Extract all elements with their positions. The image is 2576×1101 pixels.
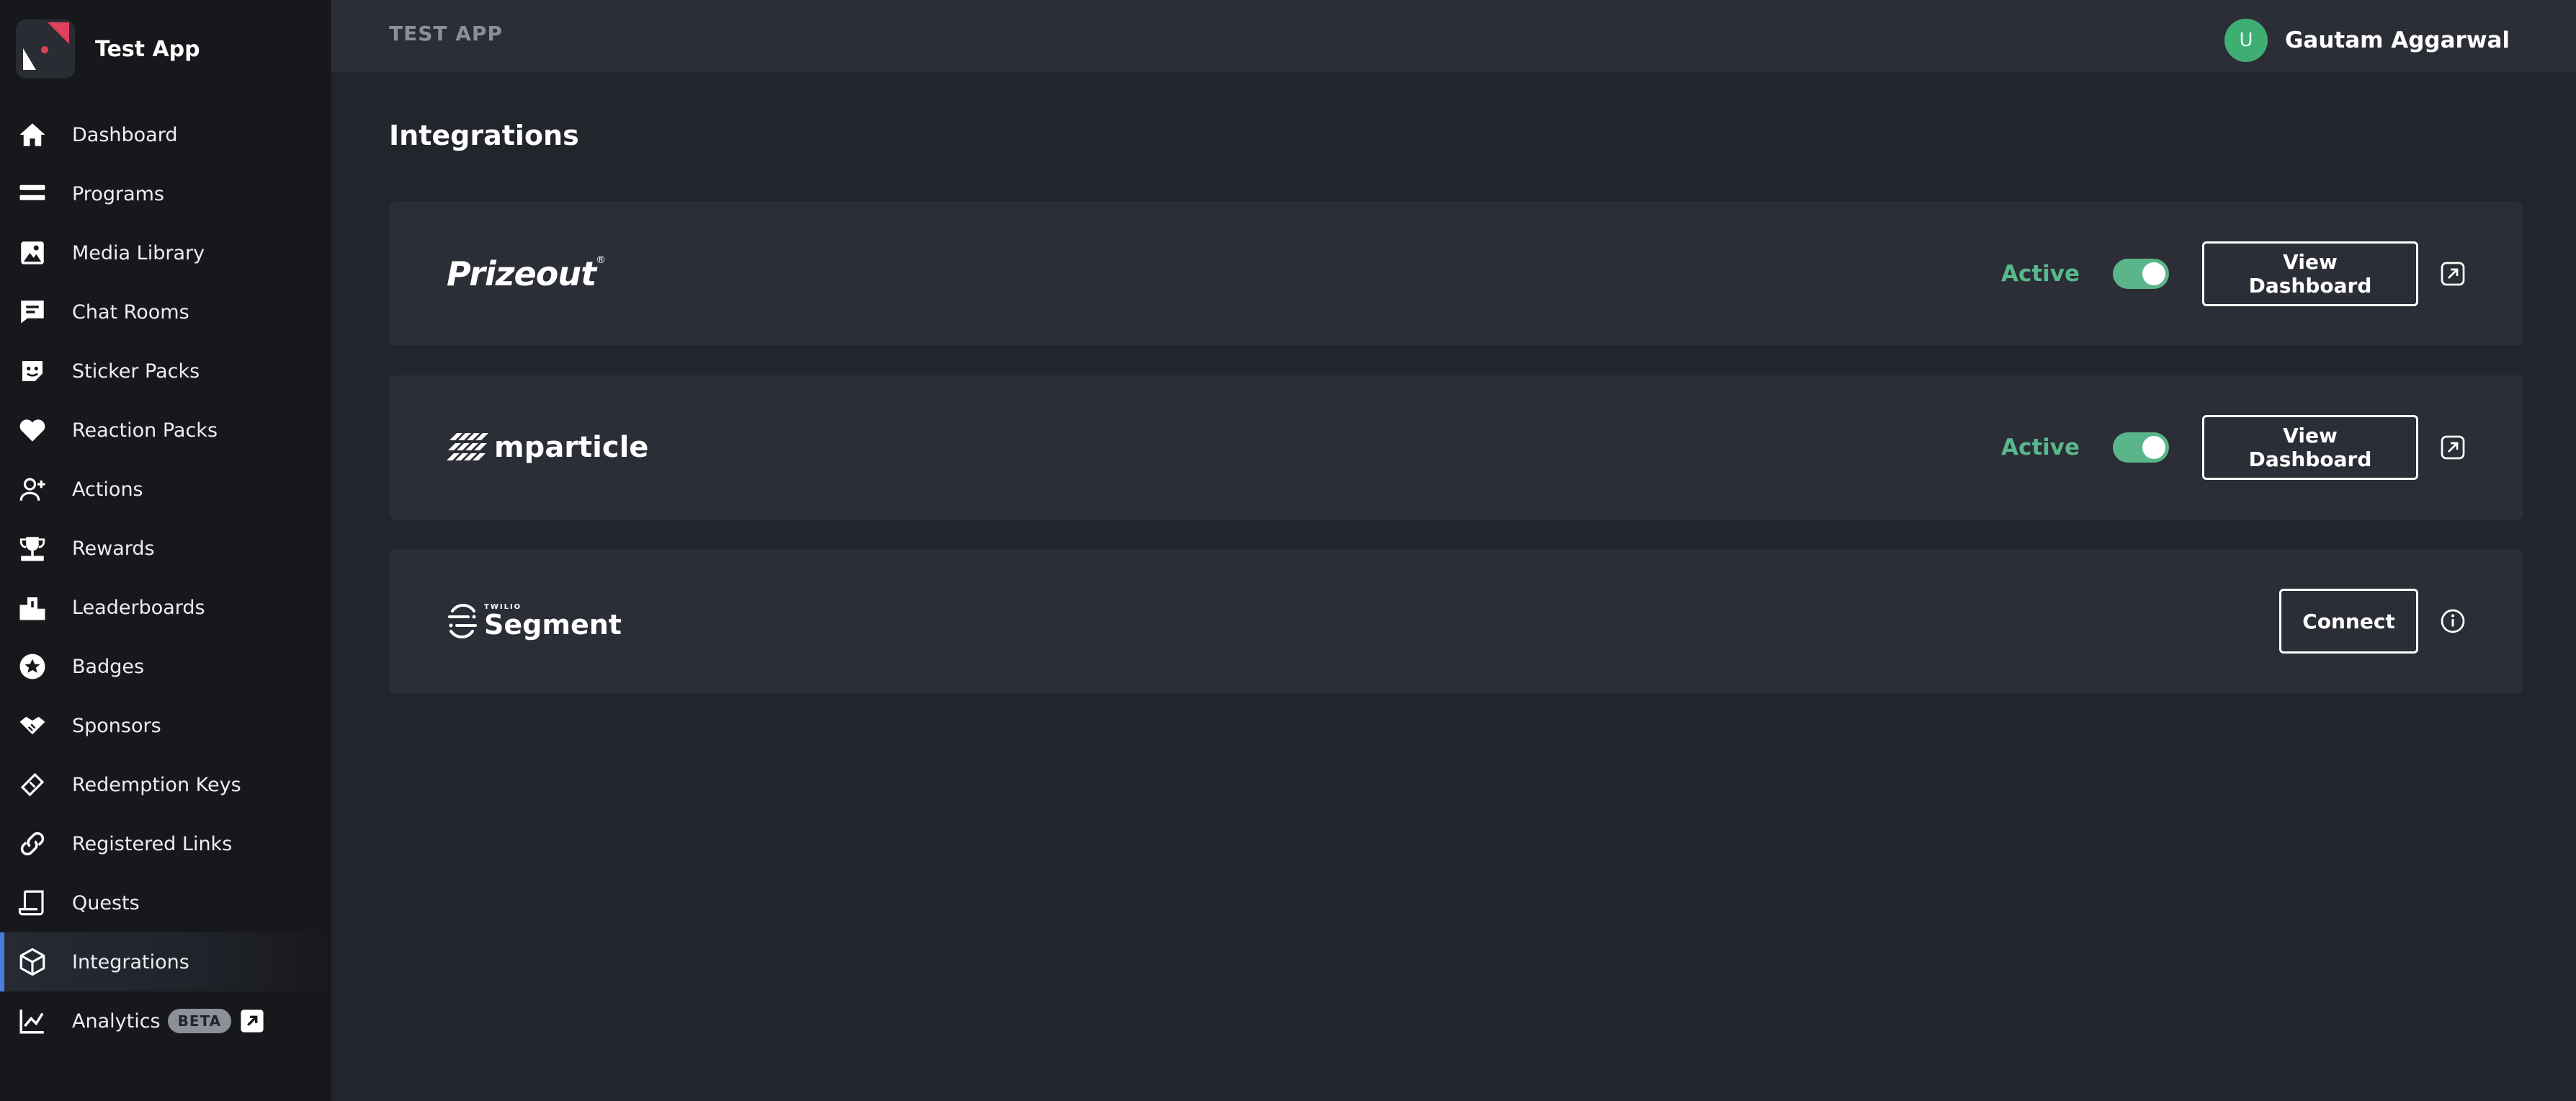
programs-icon [16,177,49,210]
link-icon [16,827,49,860]
enable-toggle[interactable] [2113,259,2169,289]
mparticle-logo: mparticle [447,430,648,465]
sidebar-item-label: Programs [72,182,164,205]
sidebar-item-programs[interactable]: Programs [0,164,331,223]
sidebar-item-actions[interactable]: Actions [0,460,331,519]
integration-card-prizeout: Prizeout® Active View Dashboard [389,202,2523,346]
trophy-icon [16,532,49,565]
user-name: Gautam Aggarwal [2284,27,2510,53]
sidebar-item-label: Sticker Packs [72,360,200,383]
app-name: Test App [95,36,200,62]
sidebar-item-sponsors[interactable]: Sponsors [0,696,331,755]
status-label: Active [2000,434,2080,460]
sidebar-item-redemption-keys[interactable]: Redemption Keys [0,755,331,814]
enable-toggle[interactable] [2113,432,2169,463]
card-actions: Active View Dashboard [2001,241,2466,306]
sidebar-item-label: Rewards [72,537,155,560]
sidebar-item-label: Actions [72,478,143,501]
avatar: U [2224,19,2268,62]
sidebar-item-label: Dashboard [72,123,178,146]
image-icon [16,236,49,269]
sidebar-item-label: Sponsors [72,714,161,737]
top-bar: TEST APP U Gautam Aggarwal [331,0,2576,72]
podium-icon [16,591,49,624]
page-title: Integrations [389,120,579,151]
sidebar-item-label: Badges [72,655,145,678]
sidebar-item-chat-rooms[interactable]: Chat Rooms [0,282,331,342]
chart-line-icon [16,1004,49,1038]
heart-icon [16,414,49,447]
cube-icon [16,945,49,979]
sidebar-item-label: Reaction Packs [72,419,218,442]
sidebar-item-label: Media Library [72,241,205,264]
home-icon [16,118,49,151]
sidebar-item-label: Quests [72,891,140,914]
sidebar-item-label: Redemption Keys [72,773,241,796]
user-menu[interactable]: U Gautam Aggarwal [2224,19,2510,62]
info-icon[interactable] [2440,608,2466,634]
card-actions: Connect [2279,589,2466,654]
sidebar-item-sticker-packs[interactable]: Sticker Packs [0,342,331,401]
external-link-icon[interactable] [2440,261,2466,287]
sticker-icon [16,355,49,388]
ticket-icon [16,768,49,801]
sidebar-item-badges[interactable]: Badges [0,637,331,696]
view-dashboard-button[interactable]: View Dashboard [2202,241,2418,306]
view-dashboard-button[interactable]: View Dashboard [2202,415,2418,480]
prizeout-logo: Prizeout® [447,254,607,293]
card-actions: Active View Dashboard [2001,415,2466,480]
user-plus-icon [16,473,49,506]
sidebar-item-label: Registered Links [72,832,233,855]
sidebar-item-dashboard[interactable]: Dashboard [0,105,331,164]
sidebar-item-registered-links[interactable]: Registered Links [0,814,331,873]
brand[interactable]: Test App [16,19,200,79]
app-logo [16,19,75,79]
scroll-icon [16,886,49,919]
sidebar-item-rewards[interactable]: Rewards [0,519,331,578]
sidebar-item-leaderboards[interactable]: Leaderboards [0,578,331,637]
status-label: Active [2000,261,2080,287]
segment-mark-icon [448,604,477,638]
external-link-icon[interactable] [2440,434,2466,460]
sidebar-item-media-library[interactable]: Media Library [0,223,331,282]
sidebar-item-quests[interactable]: Quests [0,873,331,932]
sidebar-item-label: Integrations [72,950,189,973]
app-title: TEST APP [389,22,503,45]
beta-badge: BETA [167,1009,232,1033]
sidebar-item-label: Analytics [72,1009,161,1033]
sidebar-item-reaction-packs[interactable]: Reaction Packs [0,401,331,460]
badge-star-icon [16,650,49,683]
chat-icon [16,295,49,329]
sidebar-nav: Dashboard Programs Media Library Chat Ro… [0,105,331,1051]
sidebar-item-label: Leaderboards [72,596,205,619]
connect-button[interactable]: Connect [2279,589,2418,654]
sidebar-item-label: Chat Rooms [72,300,189,324]
mparticle-mark-icon [447,433,488,460]
external-link-icon[interactable] [240,1009,264,1033]
sidebar-item-integrations[interactable]: Integrations [0,932,331,991]
integration-card-mparticle: mparticle Active View Dashboard [389,375,2523,520]
integration-card-segment: TWILIO Segment Connect [389,549,2523,693]
sidebar: Test App Dashboard Programs Media Librar… [0,0,331,1101]
sidebar-item-analytics[interactable]: Analytics BETA [0,991,331,1051]
handshake-icon [16,709,49,742]
segment-logo: TWILIO Segment [447,604,622,638]
